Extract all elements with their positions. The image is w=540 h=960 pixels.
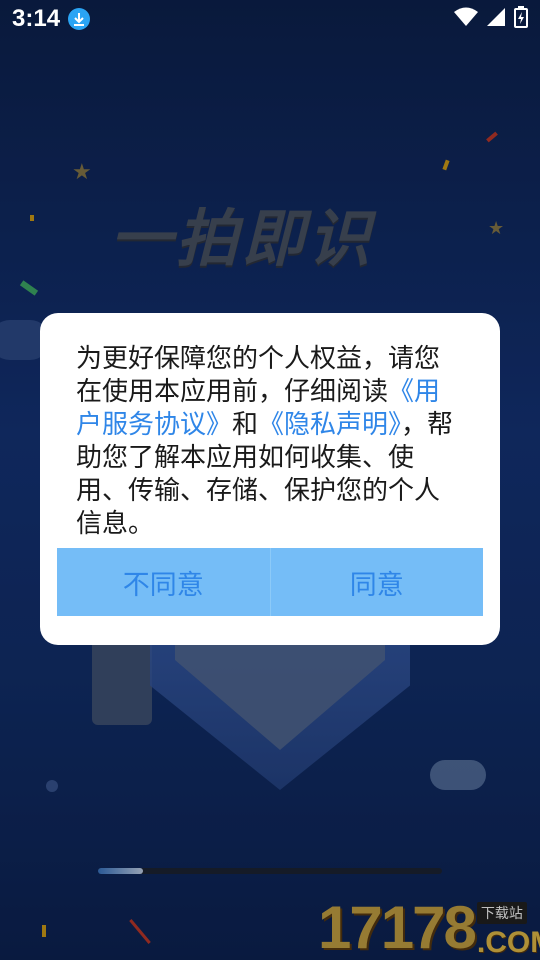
disagree-button[interactable]: 不同意 — [57, 548, 270, 616]
download-icon — [68, 8, 91, 30]
splash-screen: 一拍即识 ★ ★ 17178 下载站 .COM 3:14 — [0, 0, 540, 960]
battery-charging-icon — [514, 6, 528, 32]
dialog-intro-text: 为更好保障您的个人权益，请您在使用本应用前，仔细阅读 — [76, 344, 441, 407]
dialog-message: 为更好保障您的个人权益，请您在使用本应用前，仔细阅读《用户服务协议》和《隐私声明… — [76, 343, 464, 541]
cellular-signal-icon — [486, 7, 506, 31]
dialog-button-row: 不同意 同意 — [57, 548, 483, 616]
status-time: 3:14 — [12, 5, 61, 32]
privacy-statement-link[interactable]: 《隐私声明》 — [258, 410, 401, 440]
agree-button[interactable]: 同意 — [271, 548, 484, 616]
wifi-icon — [454, 7, 478, 31]
status-bar: 3:14 — [0, 0, 540, 38]
privacy-consent-dialog: 为更好保障您的个人权益，请您在使用本应用前，仔细阅读《用户服务协议》和《隐私声明… — [40, 313, 500, 645]
dialog-and-text: 和 — [232, 410, 259, 440]
